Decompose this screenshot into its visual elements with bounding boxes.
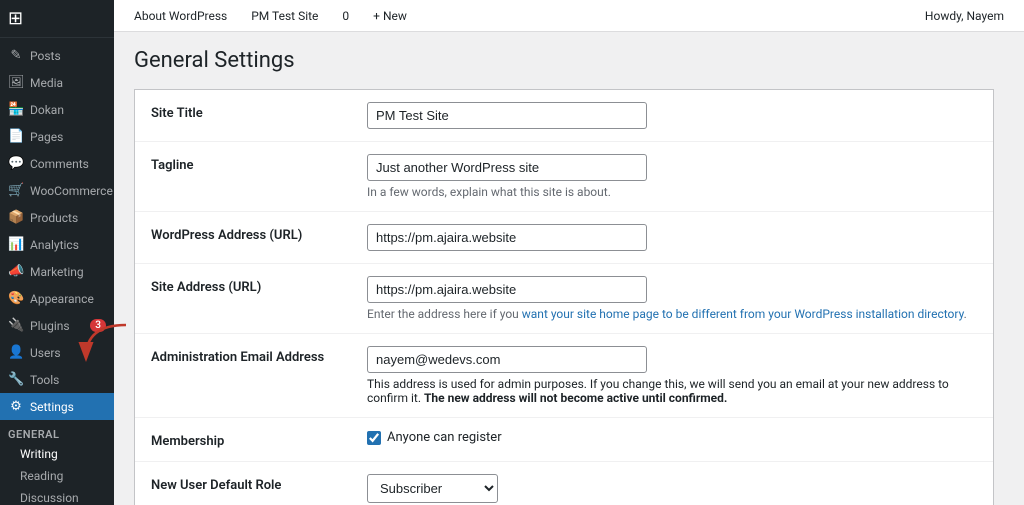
settings-icon: ⚙ — [8, 399, 24, 414]
analytics-icon: 📊 — [8, 237, 24, 252]
sidebar-label-tools: Tools — [30, 373, 106, 387]
media-icon: 🖼 — [8, 75, 24, 90]
sidebar-label-users: Users — [30, 346, 106, 360]
submenu-general: General Writing Reading Discussion Media… — [0, 420, 114, 505]
membership-field: Anyone can register — [367, 430, 977, 445]
admin-email-row: Administration Email Address This addres… — [135, 334, 993, 418]
submenu-reading[interactable]: Reading — [0, 465, 114, 487]
sidebar-item-tools[interactable]: 🔧 Tools — [0, 366, 114, 393]
wp-address-row: WordPress Address (URL) — [135, 212, 993, 264]
submenu-header: General — [0, 424, 114, 443]
new-user-role-label: New User Default Role — [151, 474, 351, 493]
sidebar-item-settings[interactable]: ⚙ Settings — [0, 393, 114, 420]
sidebar-label-media: Media — [30, 76, 106, 90]
admin-email-desc: This address is used for admin purposes.… — [367, 377, 977, 405]
sidebar-logo: ⊞ — [0, 0, 114, 38]
topbar-new[interactable]: + New — [369, 9, 411, 23]
topbar-user[interactable]: Howdy, Nayem — [921, 9, 1008, 23]
content-area: General Settings Site Title Tagline In a… — [114, 32, 1014, 505]
dokan-icon: 🏪 — [8, 102, 24, 117]
site-title-row: Site Title — [135, 90, 993, 142]
submenu-discussion[interactable]: Discussion — [0, 487, 114, 505]
sidebar-item-products[interactable]: 📦 Products — [0, 204, 114, 231]
sidebar-label-pages: Pages — [30, 130, 106, 144]
sidebar-item-plugins[interactable]: 🔌 Plugins 3 — [0, 312, 114, 339]
new-user-role-select[interactable]: Subscriber Contributor Author Editor Adm… — [367, 474, 498, 503]
sidebar-label-products: Products — [30, 211, 106, 225]
tagline-label: Tagline — [151, 154, 351, 173]
site-address-label: Site Address (URL) — [151, 276, 351, 295]
site-address-desc: Enter the address here if you want your … — [367, 307, 977, 321]
main-content: About WordPress PM Test Site 0 + New How… — [114, 0, 1024, 505]
sidebar-item-posts[interactable]: ✎ Posts — [0, 42, 114, 69]
admin-email-input[interactable] — [367, 346, 647, 373]
site-address-suffix: . — [964, 307, 967, 321]
sidebar-item-media[interactable]: 🖼 Media — [0, 69, 114, 96]
sidebar-label-plugins: Plugins — [30, 319, 84, 333]
membership-checkbox-row: Anyone can register — [367, 430, 977, 445]
membership-checkbox-label: Anyone can register — [387, 430, 502, 445]
sidebar-item-marketing[interactable]: 📣 Marketing — [0, 258, 114, 285]
site-address-field: Enter the address here if you want your … — [367, 276, 977, 321]
tagline-field: In a few words, explain what this site i… — [367, 154, 977, 199]
new-user-role-field: Subscriber Contributor Author Editor Adm… — [367, 474, 977, 503]
tagline-row: Tagline In a few words, explain what thi… — [135, 142, 993, 212]
site-address-link[interactable]: want your site home page to be different… — [522, 307, 964, 321]
topbar-about[interactable]: About WordPress — [130, 9, 231, 23]
sidebar-label-dokan: Dokan — [30, 103, 106, 117]
woocommerce-icon: 🛒 — [8, 183, 24, 198]
products-icon: 📦 — [8, 210, 24, 225]
appearance-icon: 🎨 — [8, 291, 24, 306]
membership-checkbox[interactable] — [367, 431, 381, 445]
tagline-desc: In a few words, explain what this site i… — [367, 185, 977, 199]
settings-form: Site Title Tagline In a few words, expla… — [134, 89, 994, 505]
site-address-row: Site Address (URL) Enter the address her… — [135, 264, 993, 334]
site-address-prefix: Enter the address here if you — [367, 307, 522, 321]
admin-email-label: Administration Email Address — [151, 346, 351, 365]
sidebar-label-comments: Comments — [30, 157, 106, 171]
site-address-input[interactable] — [367, 276, 647, 303]
sidebar-label-woocommerce: WooCommerce — [30, 184, 113, 198]
wp-address-label: WordPress Address (URL) — [151, 224, 351, 243]
sidebar-item-dokan[interactable]: 🏪 Dokan — [0, 96, 114, 123]
sidebar-label-marketing: Marketing — [30, 265, 106, 279]
sidebar-item-analytics[interactable]: 📊 Analytics — [0, 231, 114, 258]
wp-address-input[interactable] — [367, 224, 647, 251]
sidebar-item-pages[interactable]: 📄 Pages — [0, 123, 114, 150]
pages-icon: 📄 — [8, 129, 24, 144]
admin-email-field: This address is used for admin purposes.… — [367, 346, 977, 405]
sidebar-label-posts: Posts — [30, 49, 106, 63]
topbar: About WordPress PM Test Site 0 + New How… — [114, 0, 1024, 32]
marketing-icon: 📣 — [8, 264, 24, 279]
wp-address-field — [367, 224, 977, 251]
posts-icon: ✎ — [8, 48, 24, 63]
sidebar-item-users[interactable]: 👤 Users — [0, 339, 114, 366]
sidebar-label-settings: Settings — [30, 400, 106, 414]
admin-email-bold: The new address will not become active u… — [424, 391, 727, 405]
page-title: General Settings — [134, 48, 994, 73]
membership-label: Membership — [151, 430, 351, 449]
sidebar-item-comments[interactable]: 💬 Comments — [0, 150, 114, 177]
site-title-input[interactable] — [367, 102, 647, 129]
comments-icon: 💬 — [8, 156, 24, 171]
sidebar-label-analytics: Analytics — [30, 238, 106, 252]
users-icon: 👤 — [8, 345, 24, 360]
topbar-comments[interactable]: 0 — [338, 9, 353, 23]
membership-row: Membership Anyone can register — [135, 418, 993, 462]
plugins-badge: 3 — [90, 319, 106, 332]
plugins-icon: 🔌 — [8, 318, 24, 333]
sidebar-item-appearance[interactable]: 🎨 Appearance — [0, 285, 114, 312]
tools-icon: 🔧 — [8, 372, 24, 387]
sidebar: ⊞ ✎ Posts 🖼 Media 🏪 Dokan 📄 Pages 💬 Comm… — [0, 0, 114, 505]
site-title-label: Site Title — [151, 102, 351, 121]
tagline-input[interactable] — [367, 154, 647, 181]
sidebar-item-woocommerce[interactable]: 🛒 WooCommerce — [0, 177, 114, 204]
new-user-role-row: New User Default Role Subscriber Contrib… — [135, 462, 993, 505]
site-title-field — [367, 102, 977, 129]
topbar-site[interactable]: PM Test Site — [247, 9, 322, 23]
submenu-writing[interactable]: Writing — [0, 443, 114, 465]
sidebar-label-appearance: Appearance — [30, 292, 106, 306]
